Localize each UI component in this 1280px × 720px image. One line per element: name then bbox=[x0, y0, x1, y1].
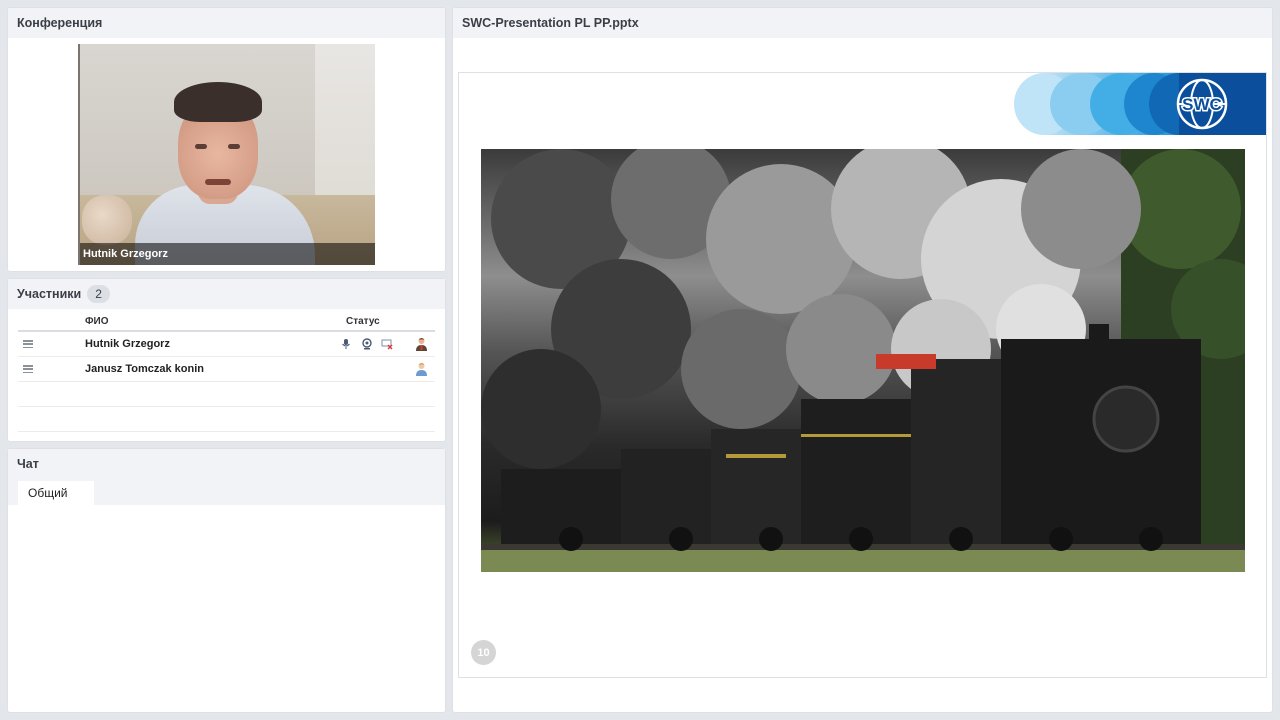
participants-panel: Участники 2 ФИО Статус Hutnik Grzegorz J… bbox=[8, 279, 445, 441]
slide-page-number: 10 bbox=[471, 640, 496, 665]
conference-title: Конференция bbox=[8, 8, 445, 38]
participants-count-badge: 2 bbox=[87, 285, 110, 303]
empty-row bbox=[18, 382, 435, 407]
column-header-name: ФИО bbox=[85, 315, 109, 327]
presentation-slide[interactable]: SWC 10 bbox=[458, 72, 1267, 678]
participants-table: ФИО Статус Hutnik Grzegorz Janusz Tomcza… bbox=[18, 312, 435, 432]
drag-handle-icon[interactable] bbox=[18, 340, 38, 348]
presenter-user-icon bbox=[416, 338, 427, 351]
video-name-label: Hutnik Grzegorz bbox=[80, 243, 375, 265]
user-icon bbox=[416, 363, 427, 376]
chat-title: Чат bbox=[8, 449, 445, 479]
column-header-status: Статус bbox=[346, 315, 380, 327]
empty-row bbox=[18, 407, 435, 432]
participant-row[interactable]: Hutnik Grzegorz bbox=[18, 332, 435, 357]
presentation-title: SWC-Presentation PL PP.pptx bbox=[453, 8, 1272, 38]
slide-photo bbox=[481, 149, 1245, 572]
swc-logo: SWC bbox=[1014, 73, 1266, 135]
conference-panel: Конференция Hutnik Grzegorz bbox=[8, 8, 445, 271]
participant-video[interactable]: Hutnik Grzegorz bbox=[78, 44, 375, 265]
participant-name: Hutnik Grzegorz bbox=[85, 338, 170, 350]
participants-table-header: ФИО Статус bbox=[18, 312, 435, 332]
participant-row[interactable]: Janusz Tomczak konin bbox=[18, 357, 435, 382]
drag-handle-icon[interactable] bbox=[18, 365, 38, 373]
participant-name: Janusz Tomczak konin bbox=[85, 363, 204, 375]
swc-logo-text: SWC bbox=[1182, 95, 1222, 114]
chat-panel: Чат Общий bbox=[8, 449, 445, 712]
microphone-icon[interactable] bbox=[340, 338, 352, 350]
webcam-icon[interactable] bbox=[361, 338, 373, 350]
participants-header: Участники 2 bbox=[8, 279, 445, 309]
chat-tab-general[interactable]: Общий bbox=[18, 481, 94, 505]
screen-share-off-icon[interactable] bbox=[381, 338, 393, 350]
presentation-panel: SWC-Presentation PL PP.pptx SWC 10 bbox=[453, 8, 1272, 712]
chat-tabs: Общий bbox=[8, 479, 445, 505]
participants-title: Участники bbox=[17, 287, 82, 301]
